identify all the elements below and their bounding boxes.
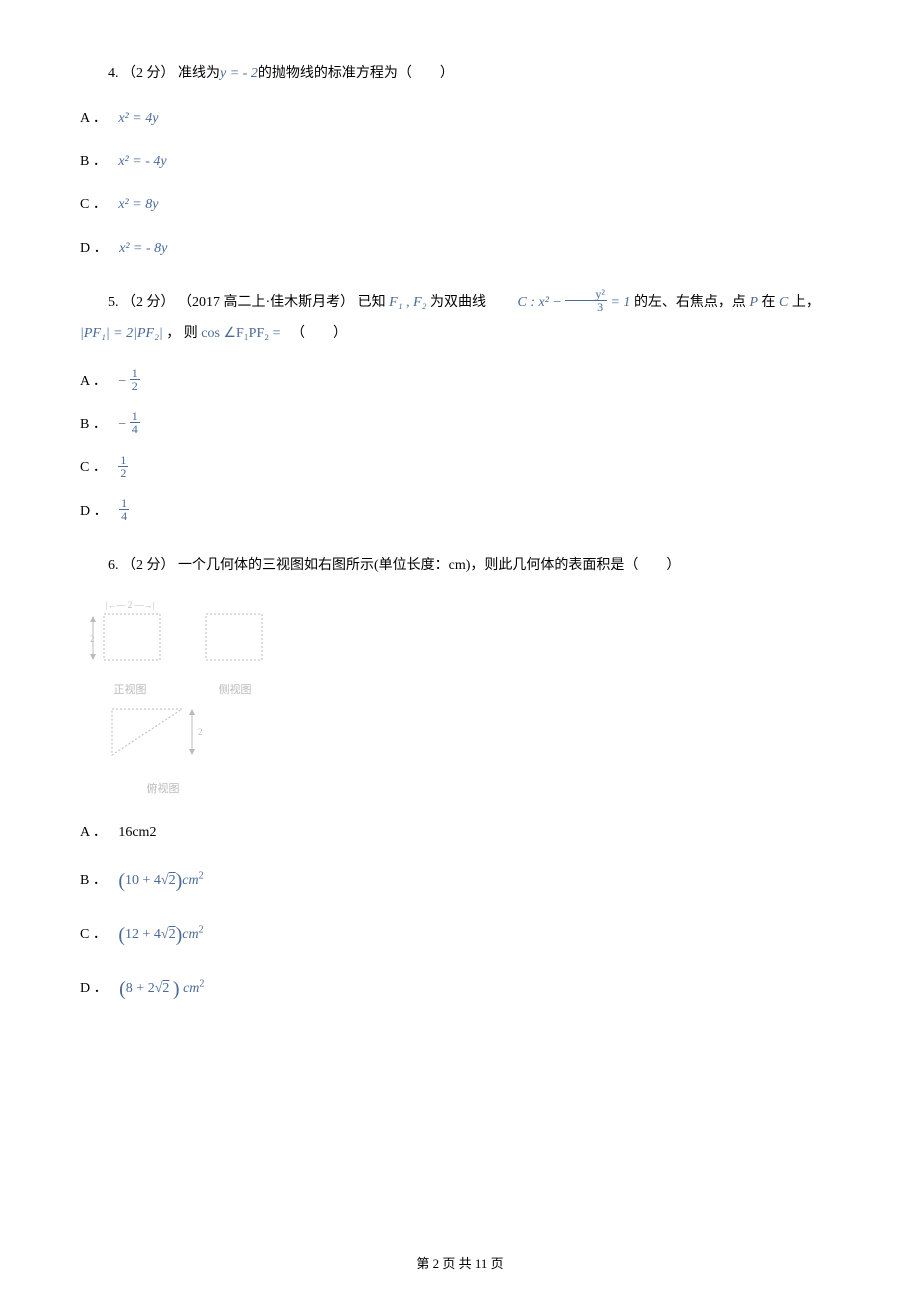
- q4-option-c[interactable]: C ． x² = 8y: [80, 192, 840, 217]
- q5-mid: 为双曲线: [430, 295, 490, 310]
- q4-d-formula: x² = - 8y: [119, 241, 167, 256]
- q5-b-neg: −: [118, 417, 126, 432]
- q5-curve: C : x² − y²3 = 1: [490, 289, 631, 317]
- q6-c-label: C ．: [80, 927, 107, 942]
- q6-top-view-wrap: 2 俯视图: [108, 705, 218, 800]
- q6-b-label: B ．: [80, 873, 107, 888]
- q6-top-label: 俯视图: [108, 778, 218, 800]
- q5-f1f2: F₁ , F₂: [389, 295, 426, 310]
- q5-curve-den: 3: [565, 301, 607, 313]
- q5-b-label: B ．: [80, 417, 107, 432]
- q5-post: 的左、右焦点，点: [634, 295, 750, 310]
- q4-c-formula: x² = 8y: [118, 197, 158, 212]
- front-view-icon: |←— 2 —→| 2: [90, 600, 170, 666]
- q5-post2: 在: [762, 295, 780, 310]
- question-6: 6. （2 分） 一个几何体的三视图如右图所示(单位长度：cm)，则此几何体的表…: [80, 552, 840, 1007]
- q6-a-text: 16cm2: [118, 825, 156, 840]
- svg-text:|←— 2 —→|: |←— 2 —→|: [106, 600, 155, 610]
- q4-formula-inline: y = - 2: [220, 66, 258, 81]
- svg-text:2: 2: [90, 634, 95, 644]
- q6-c-expr: (12 + 4√2)cm2: [118, 927, 203, 942]
- q5-curve-frac: y²3: [565, 288, 607, 313]
- q5-option-a[interactable]: A ． − 12: [80, 369, 840, 394]
- q6-front-label: 正视图: [90, 679, 170, 701]
- q4-option-d[interactable]: D ． x² = - 8y: [80, 236, 840, 261]
- q5-d-label: D ．: [80, 504, 108, 519]
- q4-a-label: A ．: [80, 111, 107, 126]
- q5-b-frac: 14: [130, 410, 140, 435]
- q5-pf-eq: |PF₁| = 2|PF₂|: [80, 326, 163, 341]
- q6-points: （2 分）: [122, 558, 175, 573]
- svg-text:2: 2: [198, 727, 203, 737]
- q5-curve-suffix: = 1: [607, 295, 630, 310]
- q5-a-neg: −: [118, 374, 126, 389]
- q5-points: （2 分）: [122, 295, 175, 310]
- q6-side-label: 侧视图: [200, 679, 270, 701]
- q4-points: （2 分）: [122, 66, 175, 81]
- q6-text: 6. （2 分） 一个几何体的三视图如右图所示(单位长度：cm)，则此几何体的表…: [80, 552, 840, 580]
- q5-line2-mid: ， 则: [166, 326, 201, 341]
- q5-curve-prefix: C : x² −: [518, 295, 566, 310]
- q4-text: 4. （2 分） 准线为y = - 2的抛物线的标准方程为（ ）: [80, 60, 840, 88]
- q6-front-view-wrap: |←— 2 —→| 2 正视图: [90, 600, 170, 701]
- q6-diagram-row1: |←— 2 —→| 2 正视图 侧视图: [90, 600, 840, 701]
- question-5: 5. （2 分） （2017 高二上·佳木斯月考） 已知 F₁ , F₂ 为双曲…: [80, 289, 840, 524]
- q5-d-den: 4: [119, 510, 129, 522]
- q5-line2-post: （ ）: [284, 326, 347, 341]
- q5-curve-c: C: [779, 295, 788, 310]
- q5-post3: 上，: [792, 295, 820, 310]
- top-view-icon: 2: [108, 705, 218, 765]
- q6-a-label: A ．: [80, 825, 107, 840]
- question-4: 4. （2 分） 准线为y = - 2的抛物线的标准方程为（ ） A ． x² …: [80, 60, 840, 261]
- q5-option-d[interactable]: D ． 14: [80, 499, 840, 524]
- page-footer: 第 2 页 共 11 页: [0, 1253, 920, 1272]
- q6-b-expr: (10 + 4√2)cm2: [118, 873, 203, 888]
- q5-a-label: A ．: [80, 374, 107, 389]
- q6-d-expr: (8 + 2√2 ) cm2: [119, 981, 204, 996]
- q6-option-d[interactable]: D ． (8 + 2√2 ) cm2: [80, 971, 840, 1007]
- q4-number: 4.: [108, 66, 119, 81]
- q4-option-a[interactable]: A ． x² = 4y: [80, 106, 840, 131]
- q5-cos-expr: cos ∠F₁PF₂ =: [201, 326, 280, 341]
- q5-a-frac: 12: [130, 367, 140, 392]
- q5-source: （2017 高二上·佳木斯月考）: [178, 295, 354, 310]
- q5-option-b[interactable]: B ． − 14: [80, 412, 840, 437]
- q4-d-label: D ．: [80, 241, 108, 256]
- q6-diagram: |←— 2 —→| 2 正视图 侧视图: [90, 600, 840, 800]
- q4-option-b[interactable]: B ． x² = - 4y: [80, 149, 840, 174]
- q5-d-frac: 14: [119, 497, 129, 522]
- q4-c-label: C ．: [80, 197, 107, 212]
- q6-d-label: D ．: [80, 981, 108, 996]
- q4-b-label: B ．: [80, 154, 107, 169]
- q6-body: 一个几何体的三视图如右图所示(单位长度：cm)，则此几何体的表面积是（ ）: [178, 558, 680, 573]
- q6-side-view-wrap: 侧视图: [200, 600, 270, 701]
- q6-diagram-row2: 2 俯视图: [108, 705, 840, 800]
- q5-point-p: P: [749, 295, 758, 310]
- side-view-icon: [200, 600, 270, 666]
- q5-b-den: 4: [130, 423, 140, 435]
- q4-post: 的抛物线的标准方程为（ ）: [258, 66, 454, 81]
- q6-option-b[interactable]: B ． (10 + 4√2)cm2: [80, 863, 840, 899]
- q5-a-den: 2: [130, 380, 140, 392]
- q5-c-frac: 12: [118, 454, 128, 479]
- q6-option-a[interactable]: A ． 16cm2: [80, 820, 840, 845]
- q5-c-den: 2: [118, 467, 128, 479]
- q4-a-formula: x² = 4y: [118, 111, 158, 126]
- q6-number: 6.: [108, 558, 119, 573]
- q5-c-label: C ．: [80, 460, 107, 475]
- q6-option-c[interactable]: C ． (12 + 4√2)cm2: [80, 917, 840, 953]
- q5-number: 5.: [108, 295, 119, 310]
- q5-text-line1: 5. （2 分） （2017 高二上·佳木斯月考） 已知 F₁ , F₂ 为双曲…: [80, 289, 840, 317]
- q5-pre: 已知: [358, 295, 390, 310]
- q5-c-num: 1: [118, 454, 128, 467]
- q5-text-line2: |PF₁| = 2|PF₂| ， 则 cos ∠F₁PF₂ = （ ）: [80, 317, 840, 351]
- q5-a-num: 1: [130, 367, 140, 380]
- q4-b-formula: x² = - 4y: [118, 154, 166, 169]
- q5-option-c[interactable]: C ． 12: [80, 455, 840, 480]
- q4-pre: 准线为: [178, 66, 220, 81]
